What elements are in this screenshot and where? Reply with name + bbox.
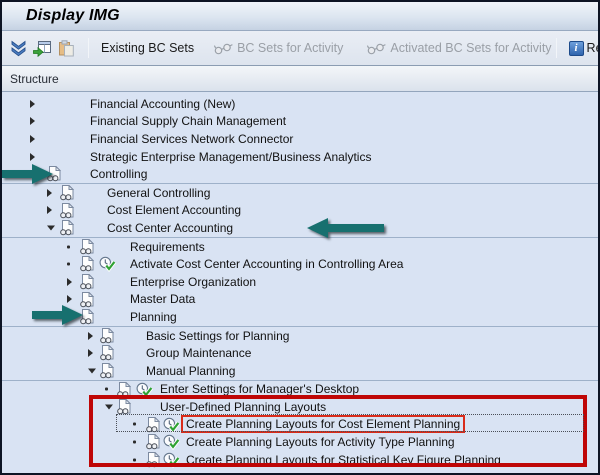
paste-button[interactable] xyxy=(58,37,74,59)
tree-item-financial-services-network-connector[interactable]: Financial Services Network Connector xyxy=(90,132,293,146)
toolbar-separator xyxy=(88,38,89,58)
tree-item-enterprise-organization[interactable]: Enterprise Organization xyxy=(130,275,256,289)
tree-row: Cost Element Accounting xyxy=(2,202,598,220)
tree-item-strategic-enterprise-management-business-analyti[interactable]: Strategic Enterprise Management/Business… xyxy=(90,150,371,164)
tree-row: Enterprise Organization xyxy=(2,273,598,291)
tree-item-cost-element-accounting[interactable]: Cost Element Accounting xyxy=(107,203,241,217)
tree-item-activate-cost-center-accounting-in-controlling-a[interactable]: Activate Cost Center Accounting in Contr… xyxy=(130,257,403,271)
tree-item-financial-accounting-new[interactable]: Financial Accounting (New) xyxy=(90,97,235,111)
expand-node-icon[interactable] xyxy=(47,206,52,214)
expand-all-button[interactable] xyxy=(10,37,27,59)
info-icon: i xyxy=(569,41,584,56)
tree-row: General Controlling xyxy=(2,184,598,202)
expand-node-icon[interactable] xyxy=(47,189,52,197)
page-title: Display IMG xyxy=(26,7,120,25)
expand-node-icon[interactable] xyxy=(67,278,72,286)
tree-row: Group Maintenance xyxy=(2,344,598,362)
expand-node-icon[interactable] xyxy=(88,349,93,357)
tree-item-financial-supply-chain-management[interactable]: Financial Supply Chain Management xyxy=(90,114,286,128)
tree-item-group-maintenance[interactable]: Group Maintenance xyxy=(146,346,251,360)
tree-item-enter-settings-for-manager-s-desktop[interactable]: Enter Settings for Manager's Desktop xyxy=(160,382,359,396)
leaf-bullet-icon xyxy=(133,441,136,444)
display-bc-set-button[interactable] xyxy=(33,37,52,59)
leaf-bullet-icon xyxy=(133,458,136,461)
documentation-icon[interactable] xyxy=(145,452,160,472)
bc-sets-for-activity-label: BC Sets for Activity xyxy=(237,41,343,55)
toolbar: Existing BC Sets BC Sets for Activity xyxy=(2,31,598,66)
tree-item-create-planning-layouts-for-statistical-key-figu[interactable]: Create Planning Layouts for Statistical … xyxy=(186,453,501,467)
tree-row: Requirements xyxy=(2,238,598,256)
tree-item-requirements[interactable]: Requirements xyxy=(130,240,205,254)
tree-item-cost-center-accounting[interactable]: Cost Center Accounting xyxy=(107,221,233,235)
expand-node-icon[interactable] xyxy=(30,100,35,108)
tree-row: Create Planning Layouts for Cost Element… xyxy=(2,416,598,434)
leaf-bullet-icon xyxy=(105,388,108,391)
release-notes-label: Release xyxy=(587,41,598,55)
expand-node-icon[interactable] xyxy=(30,135,35,143)
tree-item-planning[interactable]: Planning xyxy=(130,310,177,324)
collapse-node-icon[interactable] xyxy=(47,225,55,230)
display-img-window: Display IMG xyxy=(0,0,600,475)
structure-header: Structure xyxy=(2,66,598,92)
existing-bc-sets-button[interactable]: Existing BC Sets xyxy=(97,39,198,57)
structure-header-label: Structure xyxy=(10,72,59,86)
tree-row: Financial Accounting (New) xyxy=(2,95,598,113)
expand-node-icon[interactable] xyxy=(88,332,93,340)
tree-row: Master Data xyxy=(2,291,598,309)
double-chevron-down-icon xyxy=(10,40,27,57)
titlebar: Display IMG xyxy=(2,2,598,31)
tree-row: Planning xyxy=(2,308,598,326)
tree-row: Create Planning Layouts for Activity Typ… xyxy=(2,433,598,451)
table-import-icon xyxy=(33,40,52,57)
collapse-node-icon[interactable] xyxy=(105,404,113,409)
tree-item-master-data[interactable]: Master Data xyxy=(130,292,195,306)
activated-bc-sets-for-activity-button[interactable]: Activated BC Sets for Activity xyxy=(363,39,555,57)
glasses-icon xyxy=(214,42,233,55)
tree-row: Financial Services Network Connector xyxy=(2,130,598,148)
collapse-node-icon[interactable] xyxy=(88,368,96,373)
tree-row: Basic Settings for Planning xyxy=(2,327,598,345)
leaf-bullet-icon xyxy=(133,423,136,426)
bc-sets-for-activity-button[interactable]: BC Sets for Activity xyxy=(210,39,347,57)
leaf-bullet-icon xyxy=(67,245,70,248)
tree-row: Enter Settings for Manager's Desktop xyxy=(2,381,598,399)
tree-row: Controlling xyxy=(2,165,598,183)
glasses-icon xyxy=(367,42,386,55)
tree-item-general-controlling[interactable]: General Controlling xyxy=(107,186,210,200)
tree-item-manual-planning[interactable]: Manual Planning xyxy=(146,364,235,378)
tree-item-basic-settings-for-planning[interactable]: Basic Settings for Planning xyxy=(146,329,289,343)
toolbar-separator xyxy=(556,38,557,58)
paste-icon xyxy=(58,40,74,57)
tree-item-user-defined-planning-layouts[interactable]: User-Defined Planning Layouts xyxy=(160,400,326,414)
tree-row: Manual Planning xyxy=(2,362,598,380)
tree-row: Activate Cost Center Accounting in Contr… xyxy=(2,255,598,273)
tree-row: Strategic Enterprise Management/Business… xyxy=(2,148,598,166)
tree-item-create-planning-layouts-for-cost-element-plannin[interactable]: Create Planning Layouts for Cost Element… xyxy=(181,415,465,433)
tree-row: Create Planning Layouts for Statistical … xyxy=(2,451,598,469)
activated-bc-sets-label: Activated BC Sets for Activity xyxy=(390,41,551,55)
release-notes-button[interactable]: i Release xyxy=(565,39,598,58)
tree-item-create-planning-layouts-for-activity-type-planni[interactable]: Create Planning Layouts for Activity Typ… xyxy=(186,435,455,449)
execute-activity-icon[interactable] xyxy=(163,452,180,472)
tree-item-controlling[interactable]: Controlling xyxy=(90,167,147,181)
img-structure-tree: Financial Accounting (New) Financial Supp… xyxy=(2,92,598,472)
leaf-bullet-icon xyxy=(67,263,70,266)
expand-node-icon[interactable] xyxy=(30,117,35,125)
tree-row: Cost Center Accounting xyxy=(2,219,598,237)
expand-node-icon[interactable] xyxy=(30,153,35,161)
expand-node-icon[interactable] xyxy=(67,295,72,303)
tree-row: Financial Supply Chain Management xyxy=(2,113,598,131)
tree-row: User-Defined Planning Layouts xyxy=(2,398,598,416)
